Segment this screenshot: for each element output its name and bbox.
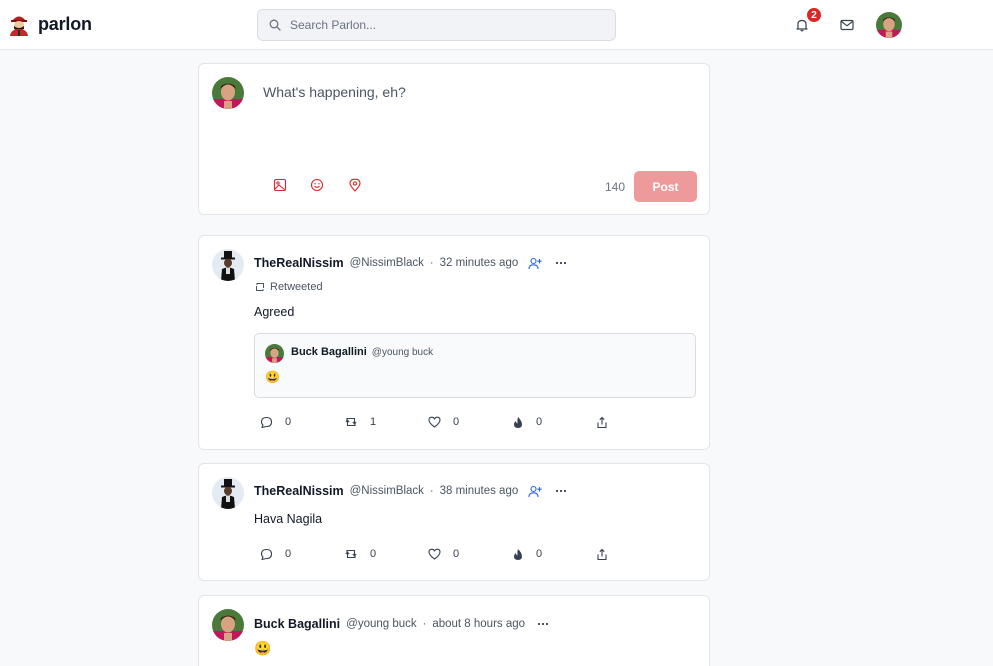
heart-icon bbox=[428, 416, 441, 428]
post-card: Buck Bagallini @young buck · about 8 hou… bbox=[198, 595, 710, 666]
brand-name: parlon bbox=[38, 13, 92, 34]
user-avatar[interactable] bbox=[876, 12, 902, 38]
post-text: 😃 bbox=[254, 640, 272, 656]
retweeted-label: Retweeted bbox=[270, 281, 323, 293]
post-button[interactable]: Post bbox=[634, 171, 697, 202]
post-header: TheRealNissim @NissimBlack · 38 minutes … bbox=[254, 483, 569, 499]
post-header: TheRealNissim @NissimBlack · 32 minutes … bbox=[254, 255, 569, 271]
post-text: Agreed bbox=[254, 305, 295, 319]
brand-logo[interactable]: parlon bbox=[8, 12, 92, 36]
author-name[interactable]: TheRealNissim bbox=[254, 484, 344, 498]
more-options-button[interactable] bbox=[535, 616, 551, 632]
add-location-button[interactable] bbox=[348, 178, 364, 194]
user-plus-icon bbox=[528, 257, 542, 269]
upvote-button[interactable]: 0 bbox=[512, 414, 596, 430]
author-avatar[interactable] bbox=[212, 249, 244, 281]
ellipsis-icon bbox=[556, 261, 567, 265]
top-navigation-bar: parlon 2 bbox=[0, 0, 993, 50]
post-card: TheRealNissim @NissimBlack · 38 minutes … bbox=[198, 463, 710, 581]
retweet-icon bbox=[345, 549, 357, 559]
smiley-icon bbox=[310, 178, 324, 192]
post-text: Hava Nagila bbox=[254, 512, 323, 526]
reply-button[interactable]: 0 bbox=[260, 414, 344, 430]
retweet-count: 1 bbox=[370, 416, 377, 428]
quoted-post-text: 😃 bbox=[265, 370, 280, 384]
follow-button[interactable] bbox=[527, 483, 543, 499]
author-name[interactable]: TheRealNissim bbox=[254, 256, 344, 270]
share-button[interactable] bbox=[596, 546, 680, 562]
follow-button[interactable] bbox=[527, 255, 543, 271]
add-emoji-button[interactable] bbox=[310, 178, 326, 194]
retweet-button[interactable]: 1 bbox=[344, 414, 428, 430]
image-icon bbox=[273, 178, 287, 192]
composer-card: 140 Post bbox=[198, 63, 710, 215]
heart-icon bbox=[428, 548, 441, 560]
post-header: Buck Bagallini @young buck · about 8 hou… bbox=[254, 616, 551, 632]
author-avatar[interactable] bbox=[212, 609, 244, 641]
share-button[interactable] bbox=[596, 414, 680, 430]
user-plus-icon bbox=[528, 485, 542, 497]
flame-icon bbox=[514, 548, 522, 560]
parlon-logo-icon bbox=[10, 16, 28, 36]
compose-textarea[interactable] bbox=[263, 84, 693, 154]
retweet-icon bbox=[345, 417, 357, 427]
author-name[interactable]: Buck Bagallini bbox=[254, 617, 340, 631]
post-card: TheRealNissim @NissimBlack · 32 minutes … bbox=[198, 235, 710, 450]
retweet-button[interactable]: 0 bbox=[344, 546, 428, 562]
separator-dot: · bbox=[422, 618, 427, 630]
post-actions: 0 0 0 0 bbox=[260, 546, 680, 562]
post-timestamp[interactable]: 38 minutes ago bbox=[440, 485, 519, 497]
like-button[interactable]: 0 bbox=[428, 546, 512, 562]
more-options-button[interactable] bbox=[553, 255, 569, 271]
search-input[interactable] bbox=[290, 10, 610, 40]
character-counter: 140 bbox=[605, 180, 626, 194]
quoted-post[interactable]: Buck Bagallini @young buck 😃 bbox=[254, 333, 696, 398]
retweet-icon bbox=[256, 283, 264, 291]
author-handle[interactable]: @young buck bbox=[346, 618, 417, 630]
notification-count-badge: 2 bbox=[806, 7, 822, 23]
author-handle[interactable]: @NissimBlack bbox=[350, 257, 424, 269]
comment-icon bbox=[260, 548, 273, 560]
comment-icon bbox=[260, 416, 273, 428]
author-avatar[interactable] bbox=[212, 477, 244, 509]
reply-button[interactable]: 0 bbox=[260, 546, 344, 562]
add-image-button[interactable] bbox=[273, 178, 289, 194]
more-options-button[interactable] bbox=[553, 483, 569, 499]
like-count: 0 bbox=[453, 548, 460, 560]
composer-avatar bbox=[212, 77, 244, 109]
upvote-button[interactable]: 0 bbox=[512, 546, 596, 562]
share-icon bbox=[597, 548, 607, 560]
post-actions: 0 1 0 0 bbox=[260, 414, 680, 430]
search-icon bbox=[269, 19, 281, 31]
flame-icon bbox=[514, 416, 522, 428]
ellipsis-icon bbox=[556, 489, 567, 493]
separator-dot: · bbox=[429, 257, 434, 269]
retweet-count: 0 bbox=[370, 548, 377, 560]
share-icon bbox=[597, 416, 607, 428]
retweeted-indicator: Retweeted bbox=[254, 281, 323, 293]
quoted-author-handle[interactable]: @young buck bbox=[372, 347, 433, 358]
upvote-count: 0 bbox=[536, 416, 543, 428]
post-timestamp[interactable]: 32 minutes ago bbox=[440, 257, 519, 269]
like-button[interactable]: 0 bbox=[428, 414, 512, 430]
post-timestamp[interactable]: about 8 hours ago bbox=[432, 618, 525, 630]
messages-button[interactable] bbox=[836, 14, 858, 36]
author-handle[interactable]: @NissimBlack bbox=[350, 485, 424, 497]
mail-icon bbox=[840, 19, 854, 31]
reply-count: 0 bbox=[285, 548, 292, 560]
quoted-post-header: Buck Bagallini @young buck bbox=[291, 346, 433, 358]
quoted-author-avatar[interactable] bbox=[265, 344, 284, 363]
location-pin-icon bbox=[349, 178, 361, 192]
search-box[interactable] bbox=[257, 9, 616, 41]
like-count: 0 bbox=[453, 416, 460, 428]
reply-count: 0 bbox=[285, 416, 292, 428]
upvote-count: 0 bbox=[536, 548, 543, 560]
separator-dot: · bbox=[429, 485, 434, 497]
quoted-author-name[interactable]: Buck Bagallini bbox=[291, 346, 367, 358]
ellipsis-icon bbox=[537, 622, 549, 626]
